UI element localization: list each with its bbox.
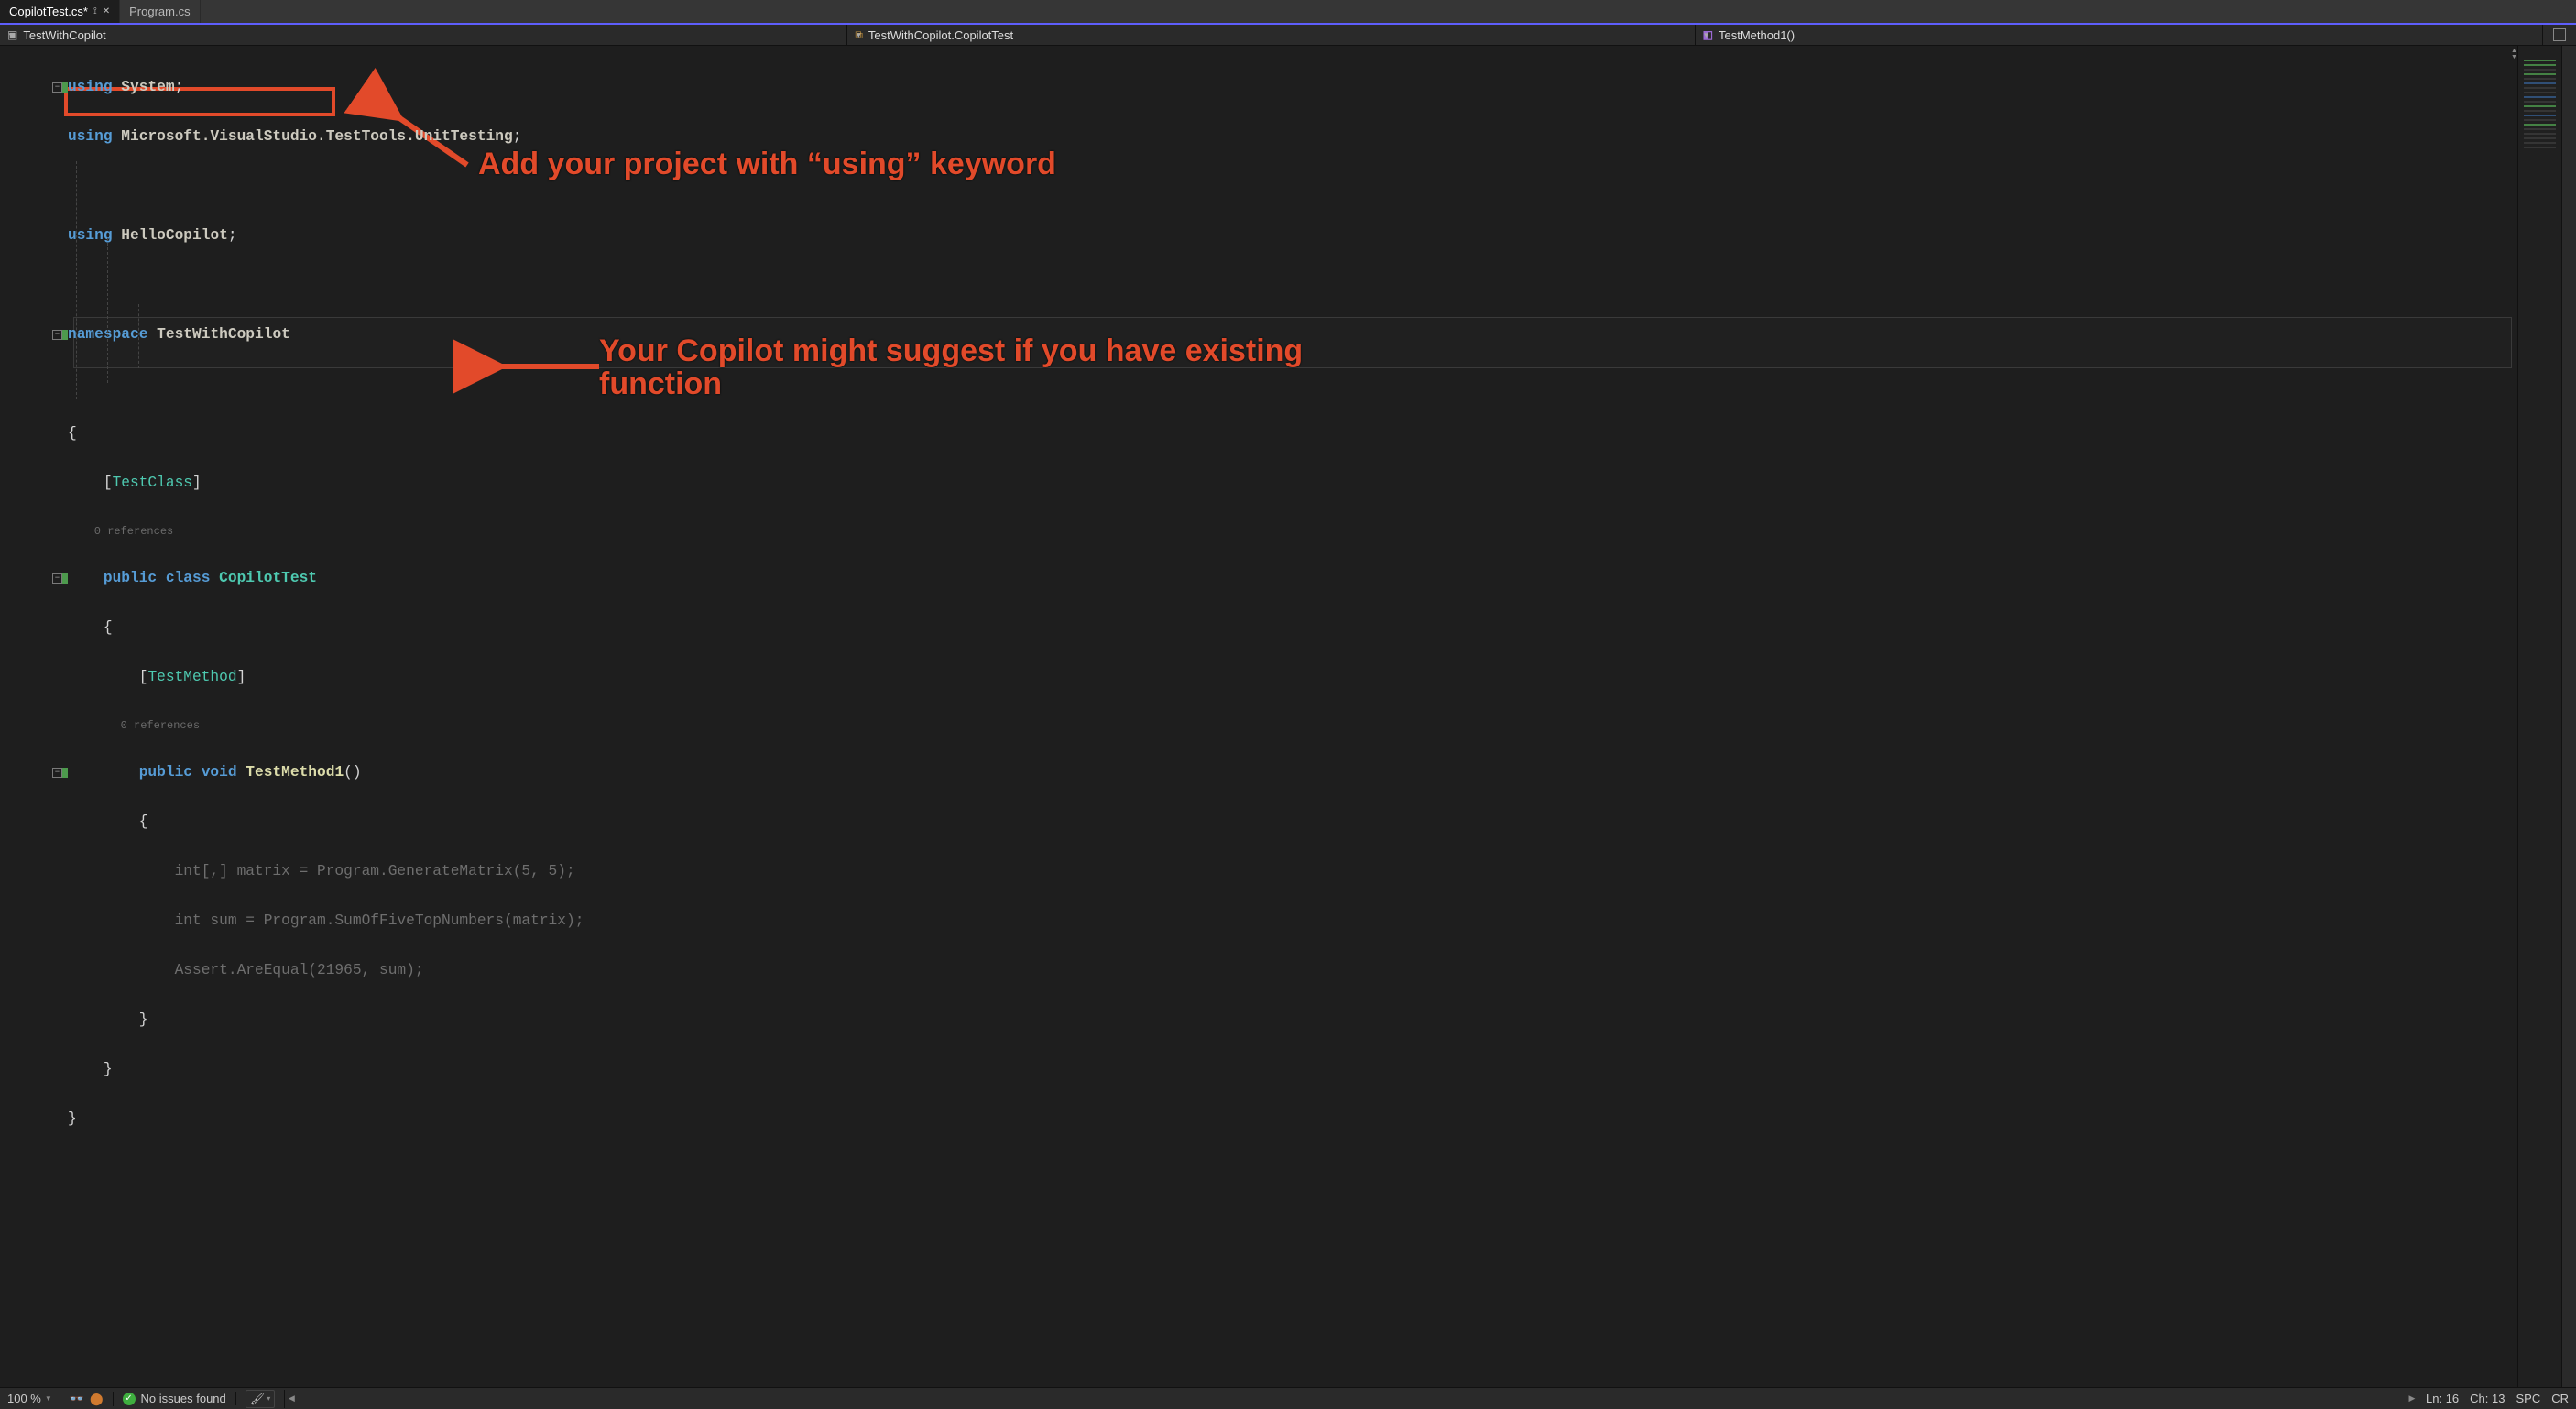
minimap[interactable] xyxy=(2517,46,2561,1387)
copilot-suggestion-line[interactable]: int[,] matrix = Program.GenerateMatrix(5… xyxy=(68,863,575,879)
cleanup-button[interactable]: 🖌▾ xyxy=(236,1390,286,1408)
tab-label: CopilotTest.cs* xyxy=(9,5,88,18)
codelens-references[interactable]: 0 references xyxy=(68,525,173,538)
fold-toggle[interactable]: − xyxy=(52,330,62,340)
issues-label: No issues found xyxy=(141,1392,226,1405)
zoom-label: 100 % xyxy=(7,1392,41,1405)
class-icon: ⧉ xyxy=(855,28,863,42)
zoom-control[interactable]: 100 % ▼ xyxy=(0,1392,60,1405)
line-ending[interactable]: CR xyxy=(2551,1392,2569,1405)
scope-dropdown[interactable]: ▣ TestWithCopilot ▼ xyxy=(0,25,847,45)
glasses-icon: 👓 xyxy=(70,1392,84,1406)
method-dropdown[interactable]: ◧ TestMethod1() ▼ xyxy=(1696,25,2543,45)
project-icon: ▣ xyxy=(7,28,17,41)
scope-label: TestWithCopilot xyxy=(23,28,105,42)
brush-icon: 🖌 xyxy=(250,1392,266,1406)
method-icon: ◧ xyxy=(1703,28,1713,41)
code-nav-bar: ▣ TestWithCopilot ▼ ⧉ TestWithCopilot.Co… xyxy=(0,25,2576,46)
split-editor-button[interactable] xyxy=(2543,25,2576,45)
split-icon xyxy=(2553,28,2566,41)
scroll-right-icon[interactable]: ▶ xyxy=(2406,1393,2418,1404)
fold-toggle[interactable]: − xyxy=(52,82,62,93)
cursor-col[interactable]: Ch: 13 xyxy=(2470,1392,2505,1405)
code-content[interactable]: −using System; using Microsoft.VisualStu… xyxy=(0,46,2517,1387)
code-editor[interactable]: ▲ ▼ Add your project with “using” keywor… xyxy=(0,46,2517,1387)
class-label: TestWithCopilot.CopilotTest xyxy=(868,28,1013,42)
status-bar: 100 % ▼ 👓 ⬤ ✓ No issues found 🖌▾ ◀ ▶ Ln:… xyxy=(0,1387,2576,1409)
error-summary[interactable]: 👓 ⬤ xyxy=(60,1392,114,1406)
method-label: TestMethod1() xyxy=(1719,28,1795,42)
indent-mode[interactable]: SPC xyxy=(2516,1392,2540,1405)
ok-icon: ✓ xyxy=(123,1393,136,1405)
issues-indicator[interactable]: ✓ No issues found xyxy=(114,1392,236,1405)
tab-label: Program.cs xyxy=(129,5,190,18)
bug-icon: ⬤ xyxy=(90,1392,104,1406)
tab-program[interactable]: Program.cs xyxy=(120,0,200,23)
tab-copilottest[interactable]: CopilotTest.cs* ⟟ ✕ xyxy=(0,0,120,23)
copilot-suggestion-line[interactable]: int sum = Program.SumOfFiveTopNumbers(ma… xyxy=(68,912,584,929)
chevron-down-icon: ▼ xyxy=(45,1394,52,1403)
scroll-left-icon[interactable]: ◀ xyxy=(285,1393,298,1404)
horizontal-scrollbar[interactable]: ◀ ▶ xyxy=(285,1393,2418,1404)
tab-strip: CopilotTest.cs* ⟟ ✕ Program.cs xyxy=(0,0,2576,25)
fold-toggle[interactable]: − xyxy=(52,768,62,778)
pin-icon[interactable]: ⟟ xyxy=(93,6,97,16)
vertical-scrollbar[interactable] xyxy=(2561,46,2576,1387)
class-dropdown[interactable]: ⧉ TestWithCopilot.CopilotTest ▼ xyxy=(847,25,1695,45)
codelens-references[interactable]: 0 references xyxy=(68,719,200,732)
fold-toggle[interactable]: − xyxy=(52,573,62,584)
close-icon[interactable]: ✕ xyxy=(103,6,110,16)
cursor-line[interactable]: Ln: 16 xyxy=(2426,1392,2459,1405)
editor-area: ▲ ▼ Add your project with “using” keywor… xyxy=(0,46,2576,1387)
copilot-suggestion-line[interactable]: Assert.AreEqual(21965, sum); xyxy=(68,962,424,978)
